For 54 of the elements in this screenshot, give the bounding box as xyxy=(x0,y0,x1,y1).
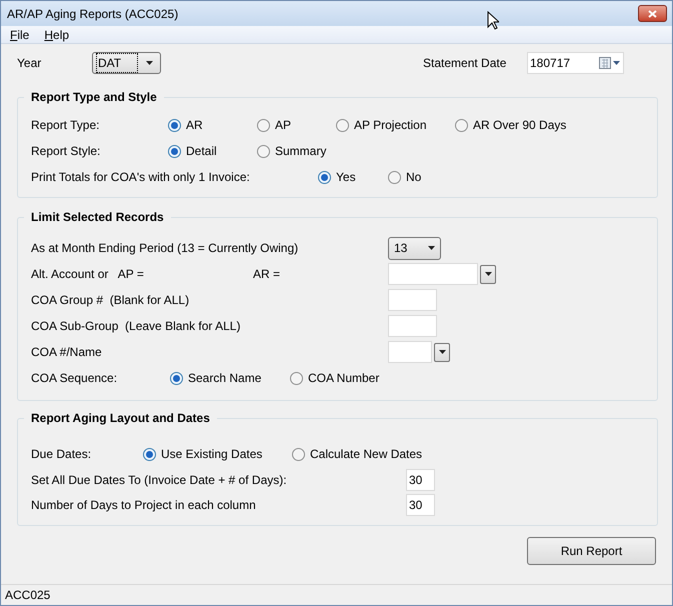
dropdown-button[interactable] xyxy=(480,264,496,284)
field-label: COA Sub-Group (Leave Blank for ALL) xyxy=(31,318,242,335)
field-label: Report Type: xyxy=(31,117,100,134)
field-label: COA Group # (Blank for ALL) xyxy=(31,292,190,309)
radio-option[interactable]: AP xyxy=(257,116,336,134)
run-report-button[interactable]: Run Report xyxy=(527,537,656,565)
radio-option[interactable]: Search Name xyxy=(170,369,290,387)
menu-item[interactable]: File xyxy=(10,26,30,44)
radio-option[interactable]: Calculate New Dates xyxy=(292,445,422,463)
menu-item[interactable]: Help xyxy=(44,26,70,44)
account-field[interactable] xyxy=(388,263,478,285)
group-title: Report Type and Style xyxy=(30,89,158,106)
caret-icon xyxy=(438,350,446,354)
days-field[interactable]: 30 xyxy=(406,494,435,516)
radio-option[interactable]: AR xyxy=(168,116,257,134)
caret-icon xyxy=(484,272,492,276)
field-label: COA Sequence: xyxy=(31,370,118,387)
field-label: Alt. Account or AP = xyxy=(31,266,145,283)
dropdown-button[interactable] xyxy=(434,342,450,362)
radio-option[interactable]: AP Projection xyxy=(336,116,455,134)
radio-option[interactable]: Use Existing Dates xyxy=(143,445,292,463)
field-label: As at Month Ending Period (13 = Currently Owing) xyxy=(31,240,300,257)
close-button[interactable] xyxy=(638,5,667,22)
caret-icon xyxy=(428,246,435,250)
field-label: Number of Days to Project in each column xyxy=(31,496,257,514)
year-dropdown[interactable]: DAT xyxy=(92,52,161,74)
field-label: Set All Due Dates To (Invoice Date + # of Days): xyxy=(31,472,288,488)
field-label: Due Dates: xyxy=(31,446,92,463)
field-label: Print Totals for COA's with only 1 Invoice: xyxy=(31,169,251,186)
radio-option[interactable]: Yes xyxy=(318,168,388,186)
field-label: AR = xyxy=(253,266,282,283)
group-field[interactable] xyxy=(388,289,437,311)
field-label: Statement Date xyxy=(423,55,508,72)
mouse-cursor-icon xyxy=(487,11,499,30)
days-field[interactable]: 30 xyxy=(406,468,435,490)
caret-icon xyxy=(146,61,153,65)
period-dropdown[interactable]: 13 xyxy=(388,236,441,260)
group-title: Report Aging Layout and Dates xyxy=(30,410,211,427)
close-icon xyxy=(648,10,657,18)
radio-option[interactable]: Summary xyxy=(257,142,326,160)
radio-option[interactable]: No xyxy=(388,168,422,186)
sub-group-field[interactable] xyxy=(388,315,437,337)
window-title: AR/AP Aging Reports (ACC025) xyxy=(7,6,178,22)
group-title: Limit Selected Records xyxy=(30,209,165,226)
calendar-icon xyxy=(599,57,621,69)
field-label: Year xyxy=(17,55,42,72)
radio-option[interactable]: Detail xyxy=(168,142,257,160)
status-text: ACC025 xyxy=(5,587,50,604)
radio-option[interactable]: COA Number xyxy=(290,369,380,387)
field-label: COA #/Name xyxy=(31,344,103,361)
date-field[interactable]: 180717 xyxy=(527,52,624,74)
radio-option[interactable]: AR Over 90 Days xyxy=(455,116,566,134)
coa-name-field[interactable] xyxy=(388,341,432,363)
field-label: Report Style: xyxy=(31,143,102,160)
